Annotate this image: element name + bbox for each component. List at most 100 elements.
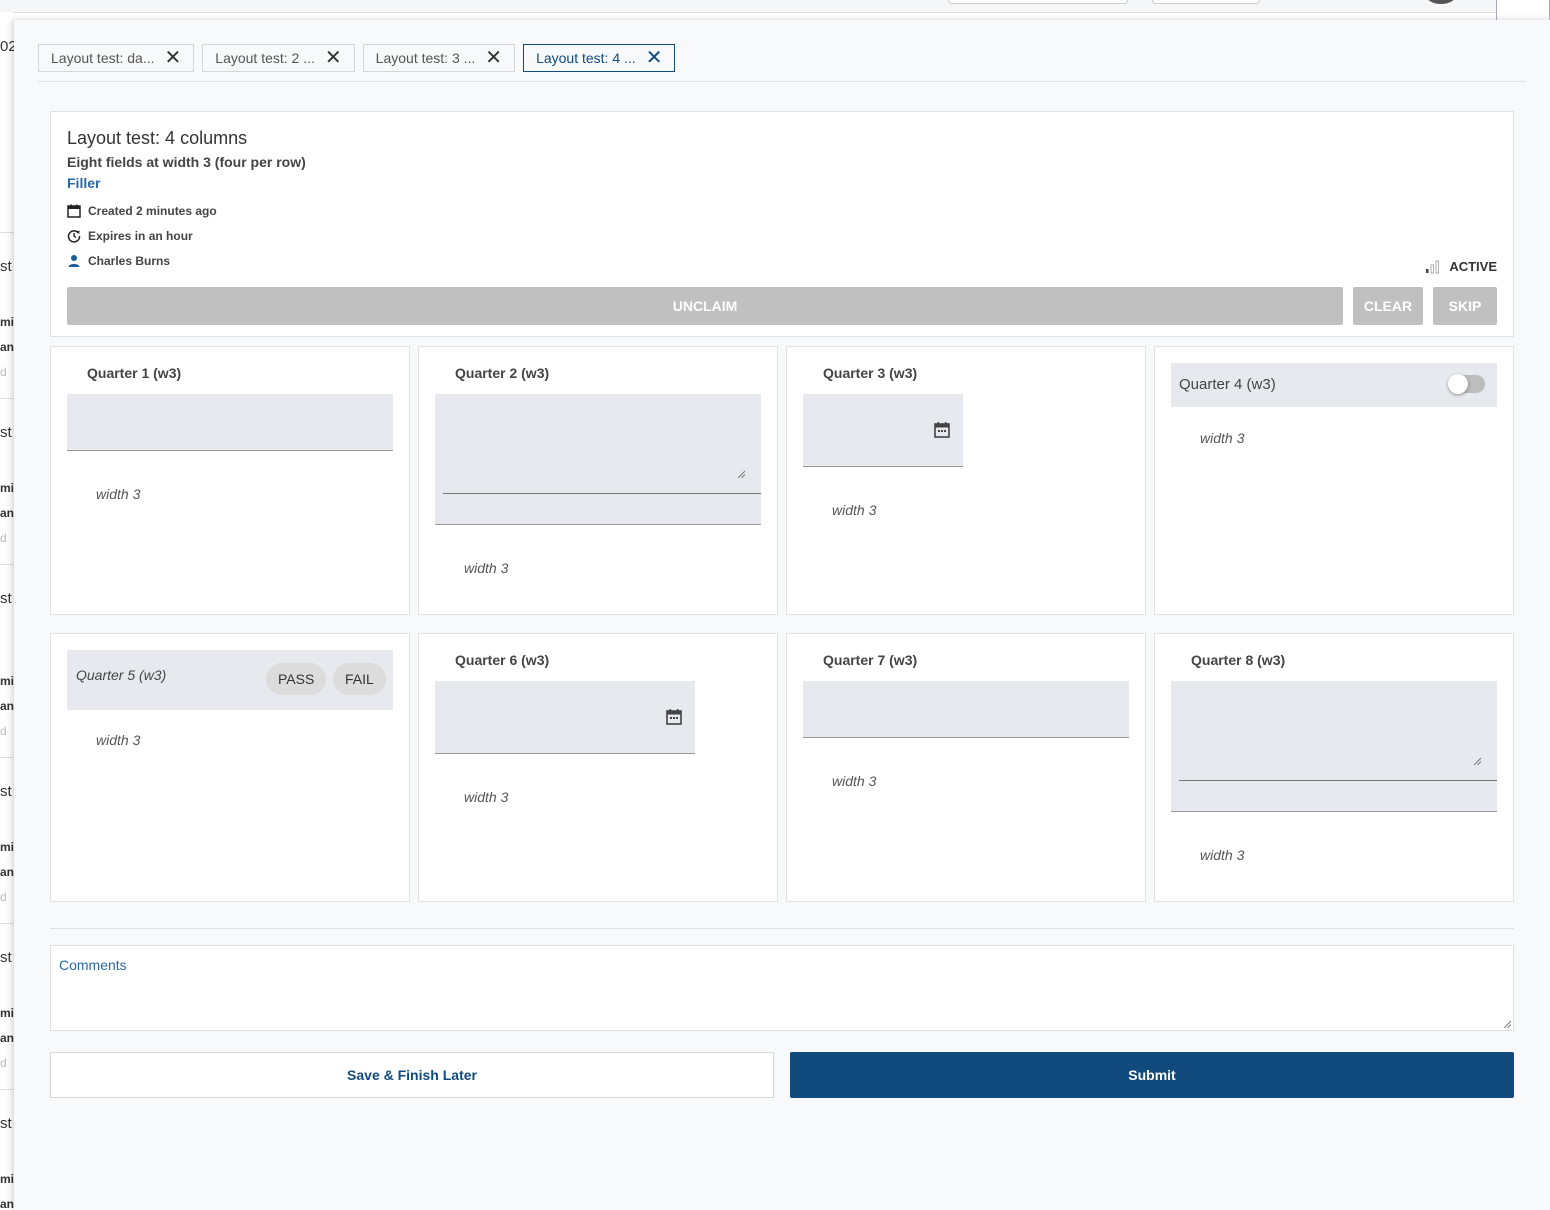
textarea-input[interactable] bbox=[1171, 681, 1497, 812]
pass-fail-field: Quarter 5 (w3) PASS FAIL bbox=[67, 650, 393, 710]
created-meta: Created 2 minutes ago bbox=[67, 204, 217, 218]
textarea-area[interactable] bbox=[1179, 681, 1497, 781]
background-fragment: an bbox=[0, 865, 14, 879]
field-label: Quarter 2 (w3) bbox=[455, 365, 550, 381]
resize-handle-icon[interactable] bbox=[1473, 757, 1481, 765]
tab-label: Layout test: 4 ... bbox=[536, 50, 636, 66]
text-input[interactable] bbox=[67, 394, 393, 451]
date-input[interactable] bbox=[435, 681, 695, 754]
background-fragment: an bbox=[0, 340, 14, 354]
toggle-field[interactable]: Quarter 4 (w3) bbox=[1171, 363, 1497, 407]
close-icon[interactable]: ✕ bbox=[485, 48, 502, 68]
signal-bars-icon bbox=[1426, 260, 1440, 273]
assignee-text: Charles Burns bbox=[88, 254, 171, 268]
clear-button[interactable]: CLEAR bbox=[1353, 287, 1423, 325]
field-label: Quarter 6 (w3) bbox=[455, 652, 550, 668]
background-toolbar bbox=[0, 0, 1550, 13]
background-fragment: st bbox=[0, 949, 12, 966]
tab-task-2[interactable]: Layout test: 2 ... ✕ bbox=[202, 44, 355, 72]
textarea-area[interactable] bbox=[443, 394, 761, 494]
save-finish-later-button[interactable]: Save & Finish Later bbox=[50, 1052, 774, 1098]
background-fragment: d bbox=[0, 1056, 7, 1070]
field-label: Quarter 3 (w3) bbox=[823, 365, 918, 381]
background-list: 02 st mi an d st mi an d st mi an d st m… bbox=[0, 12, 14, 1210]
background-fragment: d bbox=[0, 890, 7, 904]
background-fragment: d bbox=[0, 365, 7, 379]
submit-button[interactable]: Submit bbox=[790, 1052, 1514, 1098]
tab-label: Layout test: 2 ... bbox=[215, 50, 315, 66]
background-fragment: mi bbox=[0, 840, 14, 854]
expires-text: Expires in an hour bbox=[88, 229, 193, 243]
field-card-quarter-3: Quarter 3 (w3) width 3 bbox=[786, 346, 1146, 615]
task-panel: Layout test: da... ✕ Layout test: 2 ... … bbox=[14, 20, 1550, 1210]
section-divider bbox=[50, 928, 1514, 929]
task-header-card: Layout test: 4 columns Eight fields at w… bbox=[50, 111, 1514, 337]
comments-label: Comments bbox=[59, 957, 127, 973]
background-fragment: an bbox=[0, 1031, 14, 1045]
field-label: Quarter 7 (w3) bbox=[823, 652, 918, 668]
field-card-quarter-1: Quarter 1 (w3) width 3 bbox=[50, 346, 410, 615]
background-fragment: mi bbox=[0, 674, 14, 688]
field-label: Quarter 1 (w3) bbox=[87, 365, 182, 381]
calendar-icon[interactable] bbox=[933, 421, 951, 439]
tab-label: Layout test: 3 ... bbox=[375, 50, 476, 66]
textarea-input[interactable] bbox=[435, 394, 761, 525]
fail-chip[interactable]: FAIL bbox=[333, 663, 386, 695]
field-label: Quarter 8 (w3) bbox=[1191, 652, 1286, 668]
background-fragment: 02 bbox=[0, 38, 14, 55]
resize-handle-icon[interactable] bbox=[737, 470, 745, 478]
assignee-meta: Charles Burns bbox=[67, 254, 170, 268]
close-icon[interactable]: ✕ bbox=[325, 48, 342, 68]
toggle-switch[interactable] bbox=[1448, 374, 1485, 394]
field-label: Quarter 4 (w3) bbox=[1179, 376, 1276, 393]
date-input[interactable] bbox=[803, 394, 963, 467]
field-help: width 3 bbox=[96, 486, 141, 502]
tab-label: Layout test: da... bbox=[51, 50, 155, 66]
background-fragment: mi bbox=[0, 1172, 14, 1186]
calendar-icon bbox=[67, 204, 81, 218]
background-fragment: an bbox=[0, 699, 14, 713]
background-search-pill bbox=[948, 0, 1128, 4]
background-fragment: mi bbox=[0, 481, 14, 495]
tab-task-3[interactable]: Layout test: 3 ... ✕ bbox=[362, 44, 516, 72]
unclaim-button[interactable]: UNCLAIM bbox=[67, 287, 1343, 325]
field-card-quarter-5: Quarter 5 (w3) PASS FAIL width 3 bbox=[50, 633, 410, 902]
tabs-divider bbox=[38, 81, 1526, 82]
field-help: width 3 bbox=[464, 789, 509, 805]
task-title: Layout test: 4 columns bbox=[67, 128, 248, 148]
pass-chip[interactable]: PASS bbox=[266, 663, 327, 695]
background-fragment: st bbox=[0, 783, 12, 800]
close-icon[interactable]: ✕ bbox=[646, 48, 663, 68]
close-icon[interactable]: ✕ bbox=[165, 48, 182, 68]
background-fragment: mi bbox=[0, 1006, 14, 1020]
timer-icon bbox=[67, 230, 81, 243]
field-help: width 3 bbox=[832, 502, 877, 518]
background-avatar bbox=[1426, 0, 1456, 4]
calendar-icon[interactable] bbox=[665, 708, 683, 726]
background-fragment: st bbox=[0, 258, 12, 275]
background-fragment: d bbox=[0, 724, 7, 738]
resize-handle-icon[interactable] bbox=[1503, 1020, 1511, 1028]
field-help: width 3 bbox=[1200, 847, 1245, 863]
background-filter-pill bbox=[1152, 0, 1260, 4]
background-fragment: an bbox=[0, 506, 14, 520]
background-fragment: mi bbox=[0, 315, 14, 329]
tab-task-1[interactable]: Layout test: da... ✕ bbox=[38, 44, 195, 72]
background-fragment: st bbox=[0, 1115, 12, 1132]
background-fragment: d bbox=[0, 531, 7, 545]
status-badge: ACTIVE bbox=[1425, 259, 1497, 274]
field-card-quarter-6: Quarter 6 (w3) width 3 bbox=[418, 633, 778, 902]
text-input[interactable] bbox=[803, 681, 1129, 738]
task-type-link[interactable]: Filler bbox=[67, 175, 100, 191]
background-corner-button bbox=[1496, 0, 1550, 21]
background-fragment: st bbox=[0, 424, 12, 441]
field-help: width 3 bbox=[832, 773, 877, 789]
tab-task-4[interactable]: Layout test: 4 ... ✕ bbox=[523, 44, 676, 72]
field-help: width 3 bbox=[1200, 430, 1245, 446]
field-card-quarter-8: Quarter 8 (w3) width 3 bbox=[1154, 633, 1514, 902]
task-tabs: Layout test: da... ✕ Layout test: 2 ... … bbox=[38, 44, 676, 74]
comments-field[interactable]: Comments bbox=[50, 945, 1514, 1031]
skip-button[interactable]: SKIP bbox=[1433, 287, 1497, 325]
field-card-quarter-7: Quarter 7 (w3) width 3 bbox=[786, 633, 1146, 902]
background-fragment: an bbox=[0, 1197, 14, 1210]
